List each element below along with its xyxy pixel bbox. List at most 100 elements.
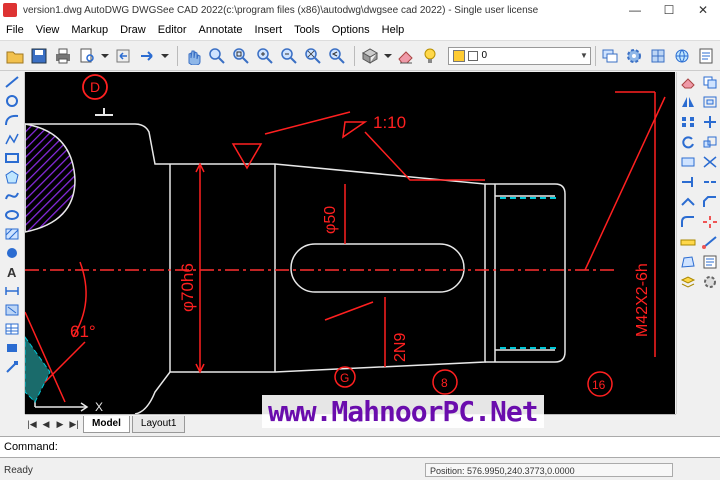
tab-last-button[interactable]: ▶| [67,419,81,430]
properties-icon[interactable] [696,45,717,67]
chamfer-icon[interactable] [700,194,720,210]
polygon-icon[interactable] [3,169,21,185]
hatch-section [25,123,76,233]
modify-palette [676,72,720,414]
rotate-icon[interactable] [678,134,698,150]
menu-file[interactable]: File [0,24,30,36]
shaft-outline [25,123,566,414]
menu-markup[interactable]: Markup [65,24,114,36]
dimension-lines [25,91,666,403]
save-disk-icon[interactable] [28,45,49,67]
zoom-out-icon[interactable] [278,45,299,67]
toolbar-separator [595,45,596,66]
thread-lines [500,197,560,349]
tab-next-button[interactable]: ▶ [53,419,67,430]
dropdown-arrow-icon[interactable] [161,45,171,67]
grip-icon[interactable] [3,359,21,375]
block-icon[interactable] [648,45,669,67]
fillet-icon[interactable] [678,214,698,230]
trim-icon[interactable] [700,154,720,170]
minimize-button[interactable]: — [618,0,652,20]
tab-model[interactable]: Model [83,415,130,433]
text-icon[interactable]: A [3,264,21,280]
globe-icon[interactable] [672,45,693,67]
array-icon[interactable] [678,114,698,130]
layer-select[interactable]: 0 ▼ [447,46,592,65]
spline-icon[interactable] [3,188,21,204]
tab-prev-button[interactable]: ◀ [39,419,53,430]
menu-editor[interactable]: Editor [152,24,193,36]
toolbar-separator [177,45,179,66]
eraser-icon[interactable] [396,45,417,67]
drawing-canvas[interactable]: D 1:10 φ50 φ70h6 61° 2N9 M42X2-6h G 8 16… [25,72,675,414]
extend-icon[interactable] [678,174,698,190]
thread-label: M42X2-6h [634,263,651,337]
arrow-forward-icon[interactable] [137,45,158,67]
polyline-icon[interactable] [3,131,21,147]
tab-first-button[interactable]: |◀ [25,419,39,430]
distance-icon[interactable] [700,234,720,250]
menu-tools[interactable]: Tools [288,24,326,36]
region-icon[interactable] [3,245,21,261]
ellipse-icon[interactable] [3,207,21,223]
table-icon[interactable] [3,321,21,337]
break-icon[interactable] [700,174,720,190]
tab-layout1[interactable]: Layout1 [131,415,186,433]
command-label: Command: [4,441,58,453]
zoom-previous-icon[interactable] [326,45,347,67]
hatch-icon[interactable] [3,226,21,242]
dropdown-arrow-icon[interactable] [383,45,393,67]
menu-annotate[interactable]: Annotate [193,24,249,36]
menu-insert[interactable]: Insert [249,24,289,36]
dim-phi70-label: φ70h6 [178,263,197,312]
keyway-slot [290,243,465,293]
arc-icon[interactable] [3,112,21,128]
area-icon[interactable] [678,254,698,270]
zoom-window-icon[interactable] [230,45,251,67]
block-insert-icon[interactable] [3,302,21,318]
rectangle-icon[interactable] [3,150,21,166]
settings-icon[interactable] [700,274,720,290]
menu-draw[interactable]: Draw [114,24,152,36]
point-icon[interactable] [3,340,21,356]
menu-help[interactable]: Help [376,24,411,36]
cursor-position: Position: 576.9950,240.3773,0.0000 [425,463,673,477]
mirror-icon[interactable] [678,94,698,110]
app-icon [3,3,17,17]
menu-options[interactable]: Options [326,24,376,36]
dropdown-arrow-icon[interactable] [100,45,110,67]
stretch-icon[interactable] [678,154,698,170]
layers-manager-icon[interactable] [600,45,621,67]
print-icon[interactable] [52,45,73,67]
command-line[interactable]: Command: [0,436,720,458]
move-icon[interactable] [700,114,720,130]
open-folder-icon[interactable] [4,45,25,67]
maximize-button[interactable]: ☐ [652,0,686,20]
erase-icon[interactable] [678,74,698,90]
zoom-realtime-icon[interactable] [206,45,227,67]
line-icon[interactable] [3,74,21,90]
cad-drawing: D 1:10 φ50 φ70h6 61° 2N9 M42X2-6h G 8 16… [25,74,666,414]
view-3d-icon[interactable] [359,45,380,67]
pan-hand-icon[interactable] [182,45,203,67]
scale-icon[interactable] [700,134,720,150]
menu-view[interactable]: View [30,24,66,36]
join-icon[interactable] [678,194,698,210]
settings-gear-icon[interactable] [624,45,645,67]
print-preview-icon[interactable] [76,45,97,67]
svg-text:A: A [7,265,17,279]
title-bar: version1.dwg AutoDWG DWGSee CAD 2022(c:\… [0,0,720,20]
layer-bulb-icon[interactable] [420,45,441,67]
zoom-in-icon[interactable] [254,45,275,67]
layers-icon[interactable] [678,274,698,290]
copy-icon[interactable] [700,74,720,90]
close-button[interactable]: ✕ [686,0,720,20]
circle-icon[interactable] [3,93,21,109]
arrow-back-icon[interactable] [113,45,134,67]
explode-icon[interactable] [700,214,720,230]
zoom-extents-icon[interactable] [302,45,323,67]
measure-icon[interactable] [678,234,698,250]
offset-icon[interactable] [700,94,720,110]
dimension-icon[interactable] [3,283,21,299]
properties-panel-icon[interactable] [700,254,720,270]
